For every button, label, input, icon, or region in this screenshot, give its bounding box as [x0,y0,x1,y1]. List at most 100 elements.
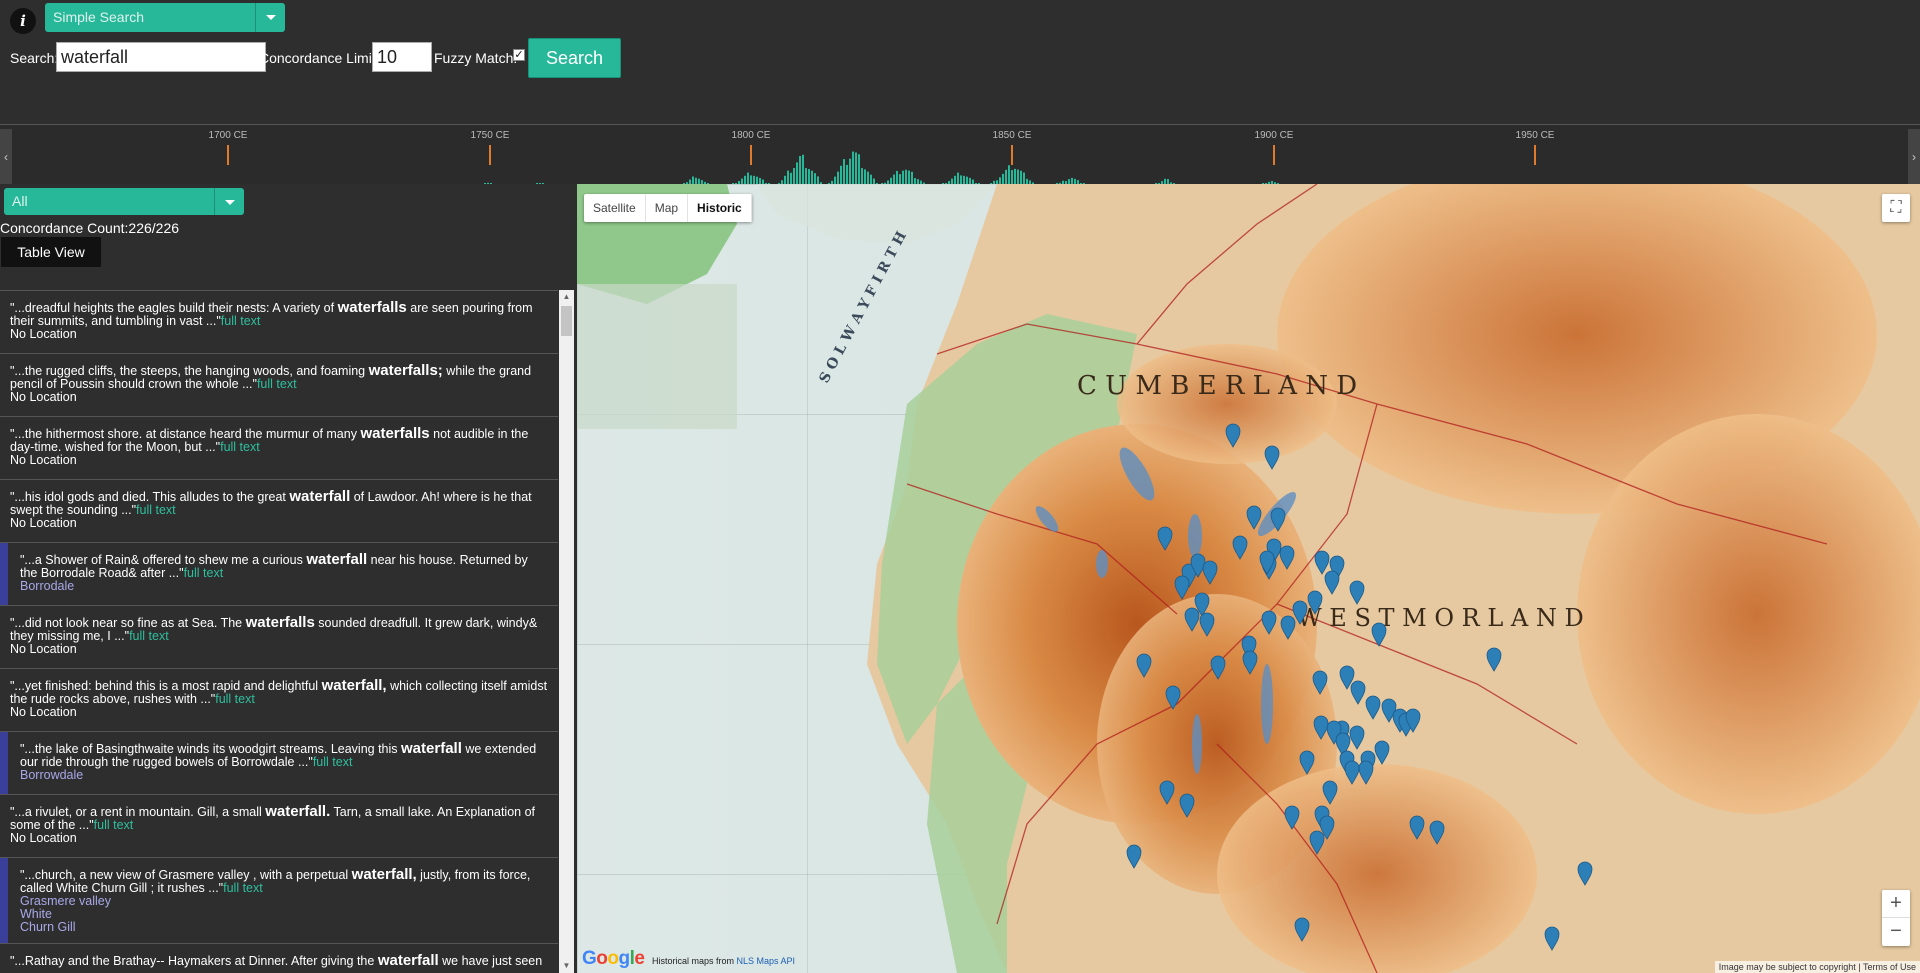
google-logo: Google [582,948,645,969]
search-toolbar: i Simple Search Search: Concordance Limi… [0,0,1920,124]
terms-of-use[interactable]: Image may be subject to copyright | Term… [1714,961,1920,973]
histogram-bar [1020,170,1022,185]
result-location: No Location [10,831,77,845]
histogram-bar [796,162,798,185]
result-location: No Location [10,390,77,404]
label-cumberland: C U M B E R L A N D [1077,371,1357,401]
map-type-satellite[interactable]: Satellite [584,194,646,222]
timeline-left-arrow-icon[interactable]: ‹ [0,129,12,185]
result-keyword: waterfalls [360,425,430,442]
histogram-bar [1017,169,1019,185]
full-text-link[interactable]: full text [184,566,224,580]
histogram-bar [840,165,842,185]
histogram-bar [793,167,795,185]
result-post: we have just seen [438,954,543,968]
zoom-out-button[interactable]: − [1882,918,1910,946]
search-input[interactable] [56,42,266,72]
full-text-link[interactable]: full text [220,440,260,454]
result-location: No Location [10,453,77,467]
result-keyword: waterfall. [265,803,331,820]
result-pre: "...church, a new view of Grasmere valle… [20,868,352,882]
location-filter-select[interactable]: All [4,188,244,215]
result-pre: "...did not look near so fine as at Sea.… [10,616,246,630]
result-item[interactable]: "...the rugged cliffs, the steeps, the h… [0,354,558,417]
result-pre: "...his idol gods and died. This alludes… [10,490,290,504]
full-text-link[interactable]: full text [313,755,353,769]
histogram-bar [861,168,863,185]
result-location: No Location [10,642,77,656]
info-icon[interactable]: i [10,8,36,34]
histogram-bar [864,169,866,185]
search-mode-select[interactable]: Simple Search [45,3,285,32]
full-text-link[interactable]: full text [221,314,261,328]
zoom-in-button[interactable]: + [1882,890,1910,918]
chevron-down-icon[interactable] [214,188,244,215]
result-location[interactable]: Borrowdale [20,769,548,782]
histogram-bar [849,158,851,185]
histogram-bar [852,151,854,185]
result-item[interactable]: "...church, a new view of Grasmere valle… [0,858,558,944]
result-item[interactable]: "...the hithermost shore. at distance he… [0,417,558,480]
concordance-limit-input[interactable] [372,42,432,72]
result-keyword: waterfall, [351,866,417,883]
table-view-button[interactable]: Table View [1,237,101,267]
result-location: No Location [10,327,77,341]
result-item[interactable]: "...did not look near so fine as at Sea.… [0,606,558,669]
full-text-link[interactable]: full text [136,503,176,517]
result-item[interactable]: "...a Shower of Rain& offered to shew me… [0,543,558,606]
timeline-tick-label: 1800 CE [731,130,771,141]
scroll-thumb[interactable] [561,306,572,336]
full-text-link[interactable]: full text [215,692,255,706]
full-text-link[interactable]: full text [257,377,297,391]
histogram-bar [855,152,857,185]
zoom-control[interactable]: + − [1882,890,1910,946]
histogram-bar [1005,169,1007,185]
result-pre: "...the hithermost shore. at distance he… [10,427,361,441]
scroll-up-icon[interactable]: ▲ [559,290,574,304]
result-item[interactable]: "...yet finished: behind this is a most … [0,669,558,732]
map-type-control[interactable]: Satellite Map Historic [584,194,752,222]
filter-label: All [12,193,28,209]
result-item[interactable]: "...the lake of Basingthwaite winds its … [0,732,558,795]
timeline-tick-line [1534,145,1536,165]
result-item[interactable]: "...a rivulet, or a rent in mountain. Gi… [0,795,558,858]
chevron-down-icon[interactable] [255,3,285,32]
full-text-link[interactable]: full text [129,629,169,643]
result-location[interactable]: Borrodale [20,580,548,593]
result-location[interactable]: White [20,908,548,921]
map-type-historic[interactable]: Historic [688,194,752,222]
concordance-limit-label: Concordance Limit: [259,50,380,66]
result-location[interactable]: Churn Gill [20,921,548,934]
search-button[interactable]: Search [528,38,621,78]
scroll-down-icon[interactable]: ▼ [559,959,574,973]
histogram-bar [858,154,860,185]
timeline-histogram [484,151,1279,185]
result-pre: "...yet finished: behind this is a most … [10,679,322,693]
timeline[interactable]: 1700 CE 1750 CE 1800 CE 1850 CE 1900 CE 1950 … [0,124,1920,185]
result-keyword: waterfall [377,952,439,969]
timeline-tick-line [489,145,491,165]
timeline-right-arrow-icon[interactable]: › [1908,129,1920,185]
histogram-bar [1008,165,1010,185]
histogram-bar [808,169,810,185]
fuzzy-match-checkbox[interactable]: ✓ [513,49,525,61]
results-list[interactable]: "...dreadful heights the eagles build th… [0,290,558,973]
map-canvas[interactable]: C U M B E R L A N D W E S T M O R L A N … [577,184,1920,973]
histogram-bar [799,156,801,185]
historic-map[interactable]: C U M B E R L A N D W E S T M O R L A N … [577,184,1920,973]
full-text-link[interactable]: full text [94,818,134,832]
histogram-bar [787,170,789,185]
result-pre: "...the rugged cliffs, the steeps, the h… [10,364,369,378]
result-location[interactable]: Grasmere valley [20,895,548,908]
result-keyword: waterfalls; [368,362,443,379]
results-scrollbar[interactable]: ▲ ▼ [559,290,574,973]
result-item[interactable]: "...his idol gods and died. This alludes… [0,480,558,543]
result-pre: "...dreadful heights the eagles build th… [10,301,338,315]
fullscreen-icon[interactable]: ⛶ [1882,194,1910,222]
full-text-link[interactable]: full text [223,881,263,895]
nls-maps-link[interactable]: NLS Maps API [737,956,796,966]
timeline-tick-label: 1850 CE [992,130,1032,141]
result-item[interactable]: "...Rathay and the Brathay-- Haymakers a… [0,944,558,973]
map-type-map[interactable]: Map [646,194,689,222]
result-item[interactable]: "...dreadful heights the eagles build th… [0,291,558,354]
